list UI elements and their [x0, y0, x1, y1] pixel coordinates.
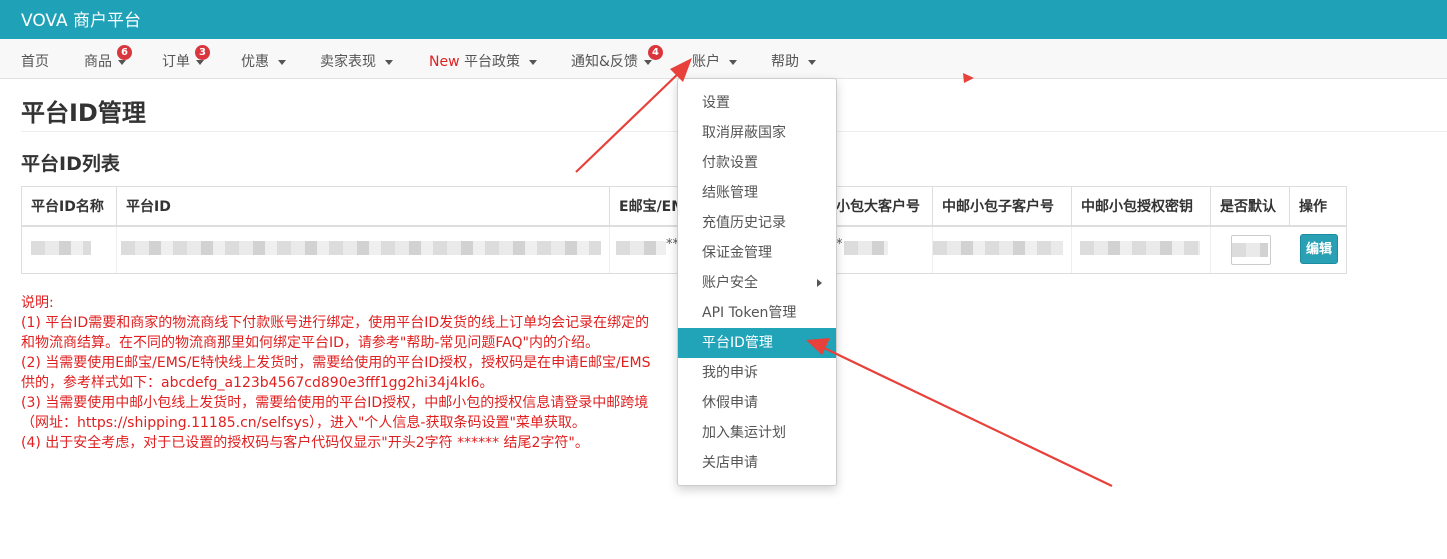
column-header-actions: 操作 — [1290, 187, 1346, 227]
nav-promotions-label: 优惠 — [241, 54, 269, 70]
column-header-platform-id: 平台ID — [117, 187, 610, 227]
chevron-down-icon — [385, 59, 393, 65]
section-title: 平台ID列表 — [21, 153, 120, 175]
masked-value — [1232, 243, 1268, 257]
note-line: (1) 平台ID需要和商家的物流商线下付款账号进行绑定，使用平台ID发货的线上订… — [21, 315, 650, 331]
chevron-down-icon — [729, 59, 737, 65]
masked-value — [616, 241, 666, 255]
notices-count-badge: 4 — [648, 45, 663, 60]
table-cell: * — [826, 227, 933, 273]
note-line: (3) 当需要使用中邮小包线上发货时，需要给使用的平台ID授权，中邮小包的授权信… — [21, 395, 649, 411]
new-label: New — [429, 54, 460, 70]
page-title: 平台ID管理 — [21, 99, 146, 127]
nav-products[interactable]: 商品 6 — [84, 45, 132, 71]
menu-item-api-token[interactable]: API Token管理 — [678, 298, 836, 328]
main-nav: 首页 商品 6 订单 3 优惠 卖家表现 New 平台政策 通知&反馈 4 账户… — [0, 39, 1447, 79]
nav-seller-performance[interactable]: 卖家表现 — [320, 51, 393, 71]
nav-help[interactable]: 帮助 — [771, 51, 816, 71]
table-cell — [1072, 227, 1211, 273]
menu-item-close-store[interactable]: 关店申请 — [678, 448, 836, 478]
masked-value — [31, 241, 91, 255]
top-bar: VOVA 商户平台 — [0, 0, 1447, 39]
table-cell — [22, 227, 117, 273]
instructions-notes: 说明: (1) 平台ID需要和商家的物流商线下付款账号进行绑定，使用平台ID发货… — [21, 293, 691, 453]
default-checkbox[interactable] — [1231, 235, 1271, 265]
nav-orders-label: 订单 — [162, 54, 190, 70]
nav-help-label: 帮助 — [771, 54, 799, 70]
chevron-down-icon — [808, 59, 816, 65]
products-count-badge: 6 — [117, 45, 132, 60]
nav-home[interactable]: 首页 — [21, 51, 49, 71]
nav-notices[interactable]: 通知&反馈 4 — [571, 45, 663, 71]
menu-item-settings[interactable]: 设置 — [678, 88, 836, 118]
menu-item-account-security[interactable]: 账户安全 — [678, 268, 836, 298]
masked-value — [844, 241, 888, 255]
chevron-down-icon — [118, 59, 126, 65]
menu-item-platform-id[interactable]: 平台ID管理 — [678, 328, 836, 358]
column-header-default: 是否默认 — [1211, 187, 1290, 227]
nav-products-label: 商品 — [84, 54, 112, 70]
menu-item-appeals[interactable]: 我的申诉 — [678, 358, 836, 388]
chevron-down-icon — [643, 59, 652, 65]
nav-account[interactable]: 账户 — [692, 51, 737, 71]
masked-value — [1080, 241, 1200, 255]
table-cell — [933, 227, 1072, 273]
menu-item-unblock-countries[interactable]: 取消屏蔽国家 — [678, 118, 836, 148]
column-header-name: 平台ID名称 — [22, 187, 117, 227]
nav-account-label: 账户 — [692, 54, 720, 70]
menu-item-label: 账户安全 — [702, 275, 758, 291]
nav-orders[interactable]: 订单 3 — [162, 45, 210, 71]
masked-value — [933, 241, 1063, 255]
note-line: （网址：https://shipping.11185.cn/selfsys），进… — [21, 415, 586, 431]
column-header-big-customer: 小包大客户号 — [826, 187, 933, 227]
edit-button[interactable]: 编辑 — [1300, 234, 1338, 264]
note-line: 和物流商结算。在不同的物流商那里如何绑定平台ID，请参考"帮助-常见问题FAQ"… — [21, 335, 599, 351]
nav-promotions[interactable]: 优惠 — [241, 51, 286, 71]
nav-platform-policy[interactable]: New 平台政策 — [429, 51, 537, 71]
nav-policy-label: 平台政策 — [464, 54, 520, 70]
arrow-line — [575, 69, 683, 173]
note-line: (4) 出于安全考虑，对于已设置的授权码与客户代码仅显示"开头2字符 *****… — [21, 435, 589, 451]
menu-item-recharge-history[interactable]: 充值历史记录 — [678, 208, 836, 238]
table-cell — [117, 227, 610, 273]
chevron-right-icon — [817, 279, 822, 287]
arrow-line — [821, 346, 1113, 487]
note-line: (2) 当需要使用E邮宝/EMS/E特快线上发货时，需要给使用的平台ID授权，授… — [21, 355, 651, 371]
menu-item-billing[interactable]: 结账管理 — [678, 178, 836, 208]
brand-title[interactable]: VOVA 商户平台 — [21, 6, 141, 31]
menu-item-consolidation[interactable]: 加入集运计划 — [678, 418, 836, 448]
orders-count-badge: 3 — [195, 45, 210, 60]
chevron-down-icon — [278, 59, 286, 65]
chevron-down-icon — [529, 59, 537, 65]
column-header-auth-key: 中邮小包授权密钥 — [1072, 187, 1211, 227]
masked-value — [121, 241, 601, 255]
nav-seller-performance-label: 卖家表现 — [320, 54, 376, 70]
column-header-sub-customer: 中邮小包子客户号 — [933, 187, 1072, 227]
menu-item-payment-settings[interactable]: 付款设置 — [678, 148, 836, 178]
note-line: 供的，参考样式如下：abcdefg_a123b4567cd890e3fff1gg… — [21, 375, 494, 391]
chevron-down-icon — [196, 59, 204, 65]
note-line: 说明: — [21, 295, 54, 311]
menu-item-vacation[interactable]: 休假申请 — [678, 388, 836, 418]
menu-item-deposit[interactable]: 保证金管理 — [678, 238, 836, 268]
account-dropdown-menu: 设置 取消屏蔽国家 付款设置 结账管理 充值历史记录 保证金管理 账户安全 AP… — [677, 78, 837, 486]
nav-notices-label: 通知&反馈 — [571, 54, 638, 70]
